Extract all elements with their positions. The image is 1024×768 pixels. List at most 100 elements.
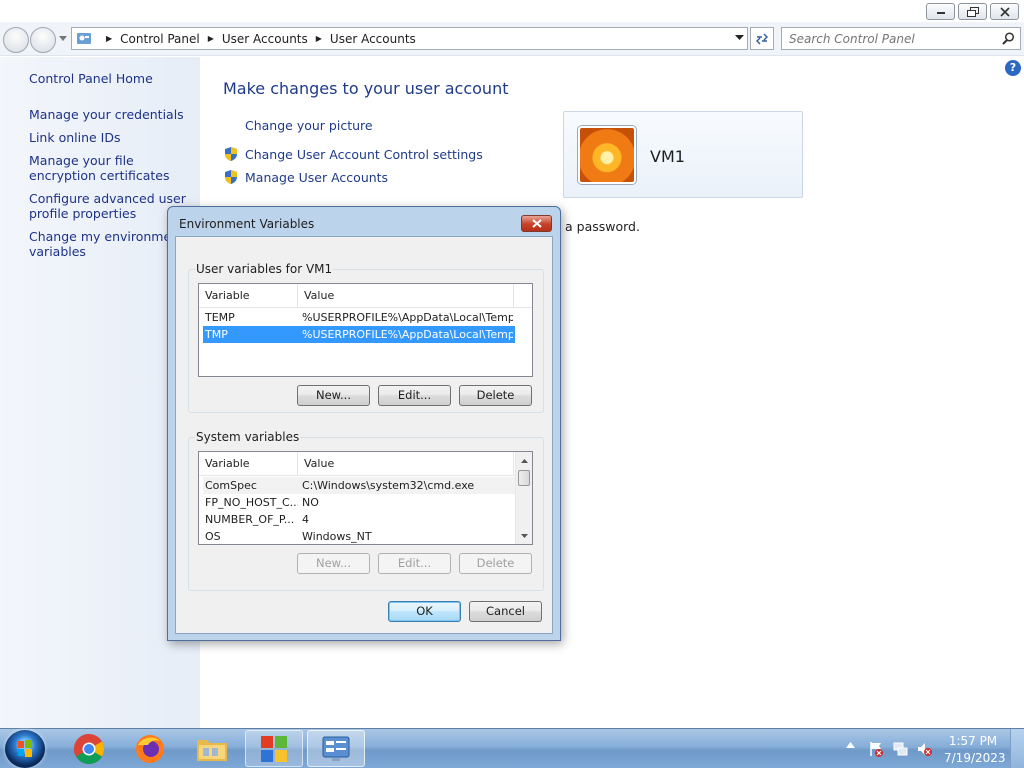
column-header-variable[interactable]: Variable <box>199 284 298 308</box>
vertical-scrollbar[interactable] <box>515 452 532 544</box>
breadcrumb-control-panel[interactable]: Control Panel <box>120 32 200 46</box>
network-icon[interactable] <box>892 741 908 757</box>
dialog-title: Environment Variables <box>179 217 315 231</box>
variable-name: TMP <box>205 328 228 341</box>
help-icon[interactable]: ? <box>1005 60 1021 76</box>
back-button[interactable] <box>3 27 29 53</box>
variable-name: FP_NO_HOST_C... <box>205 496 298 509</box>
chevron-down-icon <box>520 533 528 538</box>
user-variables-label: User variables for VM1 <box>195 262 334 276</box>
manage-credentials-link[interactable]: Manage your credentials <box>29 107 194 122</box>
refresh-button[interactable] <box>750 27 774 50</box>
restore-button[interactable] <box>958 3 987 20</box>
address-bar[interactable]: ▶ Control Panel ▶ User Accounts ▶ User A… <box>71 27 748 50</box>
password-link-fragment[interactable]: a password. <box>565 219 640 234</box>
variable-name: TEMP <box>205 311 235 324</box>
search-icon[interactable] <box>1002 32 1015 45</box>
breadcrumb-separator[interactable]: ▶ <box>106 34 112 43</box>
user-variables-group: User variables for VM1 Variable Value TE… <box>188 262 544 413</box>
taskbar-file-explorer[interactable] <box>183 730 241 767</box>
taskbar-control-panel[interactable] <box>307 730 365 767</box>
change-picture-label[interactable]: Change your picture <box>245 118 373 133</box>
cancel-button[interactable]: Cancel <box>469 601 542 622</box>
variable-name: NUMBER_OF_P... <box>205 513 295 526</box>
chevron-down-icon[interactable] <box>735 35 744 41</box>
user-variables-list[interactable]: Variable Value TEMP %USERPROFILE%\AppDat… <box>198 283 533 377</box>
list-header: Variable Value <box>199 452 515 476</box>
scroll-up-arrow[interactable] <box>516 452 532 469</box>
user-new-button[interactable]: New... <box>297 385 370 406</box>
start-button[interactable] <box>5 730 45 768</box>
manage-accounts-label[interactable]: Manage User Accounts <box>245 170 388 185</box>
close-icon <box>999 6 1010 17</box>
show-hidden-icons-icon[interactable] <box>846 742 855 748</box>
windows-flag-icon <box>261 735 287 762</box>
minimize-button[interactable] <box>926 3 955 20</box>
dialog-body: User variables for VM1 Variable Value TE… <box>175 236 553 634</box>
forward-button[interactable] <box>30 27 56 53</box>
system-new-button[interactable]: New... <box>297 553 370 574</box>
control-panel-icon <box>77 32 91 44</box>
file-explorer-icon <box>197 739 227 761</box>
user-variable-rows: TEMP %USERPROFILE%\AppData\Local\Temp TM… <box>199 309 515 343</box>
clock-time[interactable]: 1:57 PM <box>948 734 998 748</box>
table-row[interactable]: OS Windows_NT <box>203 528 515 544</box>
variable-value: %USERPROFILE%\AppData\Local\Temp <box>302 328 513 341</box>
firefox-icon <box>136 734 164 763</box>
dialog-close-button[interactable] <box>521 215 552 232</box>
user-delete-button[interactable]: Delete <box>459 385 532 406</box>
breadcrumb-separator[interactable]: ▶ <box>316 34 322 43</box>
table-row[interactable]: ComSpec C:\Windows\system32\cmd.exe <box>203 477 515 494</box>
taskbar-firefox[interactable] <box>121 730 179 767</box>
action-center-flag-icon[interactable] <box>868 741 884 757</box>
uac-settings-label[interactable]: Change User Account Control settings <box>245 147 483 162</box>
control-panel-icon <box>322 736 350 761</box>
uac-settings-link[interactable]: Change User Account Control settings <box>223 146 483 162</box>
column-header-variable[interactable]: Variable <box>199 452 298 476</box>
user-edit-button[interactable]: Edit... <box>378 385 451 406</box>
recent-pages-arrow-icon[interactable] <box>59 36 67 41</box>
ok-button[interactable]: OK <box>388 601 461 622</box>
windows-logo-icon <box>18 740 32 757</box>
table-row[interactable]: TEMP %USERPROFILE%\AppData\Local\Temp <box>203 309 515 326</box>
restore-icon <box>966 6 979 17</box>
search-box[interactable] <box>781 27 1021 50</box>
scroll-down-arrow[interactable] <box>516 527 532 544</box>
system-variables-list[interactable]: Variable Value ComSpec C:\Windows\system… <box>198 451 533 545</box>
taskbar-windows-app[interactable] <box>245 730 303 767</box>
breadcrumb-user-accounts[interactable]: User Accounts <box>222 32 308 46</box>
navigation-bar: ▶ Control Panel ▶ User Accounts ▶ User A… <box>0 22 1024 56</box>
window-titlebar <box>0 0 1024 22</box>
chrome-icon <box>73 733 105 764</box>
breadcrumb-user-accounts-current[interactable]: User Accounts <box>330 32 416 46</box>
refresh-icon <box>756 33 768 44</box>
close-window-button[interactable] <box>990 3 1019 20</box>
taskbar: 1:57 PM 7/19/2023 <box>0 728 1024 768</box>
table-row[interactable]: NUMBER_OF_P... 4 <box>203 511 515 528</box>
environment-variables-dialog: Environment Variables User variables for… <box>167 206 561 641</box>
table-row[interactable]: FP_NO_HOST_C... NO <box>203 494 515 511</box>
breadcrumb-separator[interactable]: ▶ <box>208 34 214 43</box>
show-desktop-button[interactable] <box>1010 729 1024 768</box>
minimize-icon <box>936 11 945 14</box>
change-picture-link[interactable]: Change your picture <box>245 118 373 133</box>
control-panel-home-link[interactable]: Control Panel Home <box>29 71 153 86</box>
scrollbar-thumb[interactable] <box>518 470 530 486</box>
system-delete-button[interactable]: Delete <box>459 553 532 574</box>
clock-date[interactable]: 7/19/2023 <box>944 751 1006 765</box>
file-encryption-link[interactable]: Manage your file encryption certificates <box>29 153 194 183</box>
variable-value: %USERPROFILE%\AppData\Local\Temp <box>302 311 513 324</box>
table-row-selected[interactable]: TMP %USERPROFILE%\AppData\Local\Temp <box>203 326 515 343</box>
link-online-ids-link[interactable]: Link online IDs <box>29 130 194 145</box>
system-edit-button[interactable]: Edit... <box>378 553 451 574</box>
manage-accounts-link[interactable]: Manage User Accounts <box>223 169 388 185</box>
taskbar-chrome[interactable] <box>60 730 118 767</box>
column-header-value[interactable]: Value <box>298 452 514 476</box>
system-variables-label: System variables <box>195 430 301 444</box>
volume-muted-icon[interactable] <box>916 741 932 757</box>
account-name: VM1 <box>650 147 685 166</box>
uac-shield-icon <box>225 147 237 161</box>
search-input[interactable] <box>789 31 989 46</box>
variable-value: C:\Windows\system32\cmd.exe <box>302 479 475 492</box>
column-header-value[interactable]: Value <box>298 284 514 308</box>
